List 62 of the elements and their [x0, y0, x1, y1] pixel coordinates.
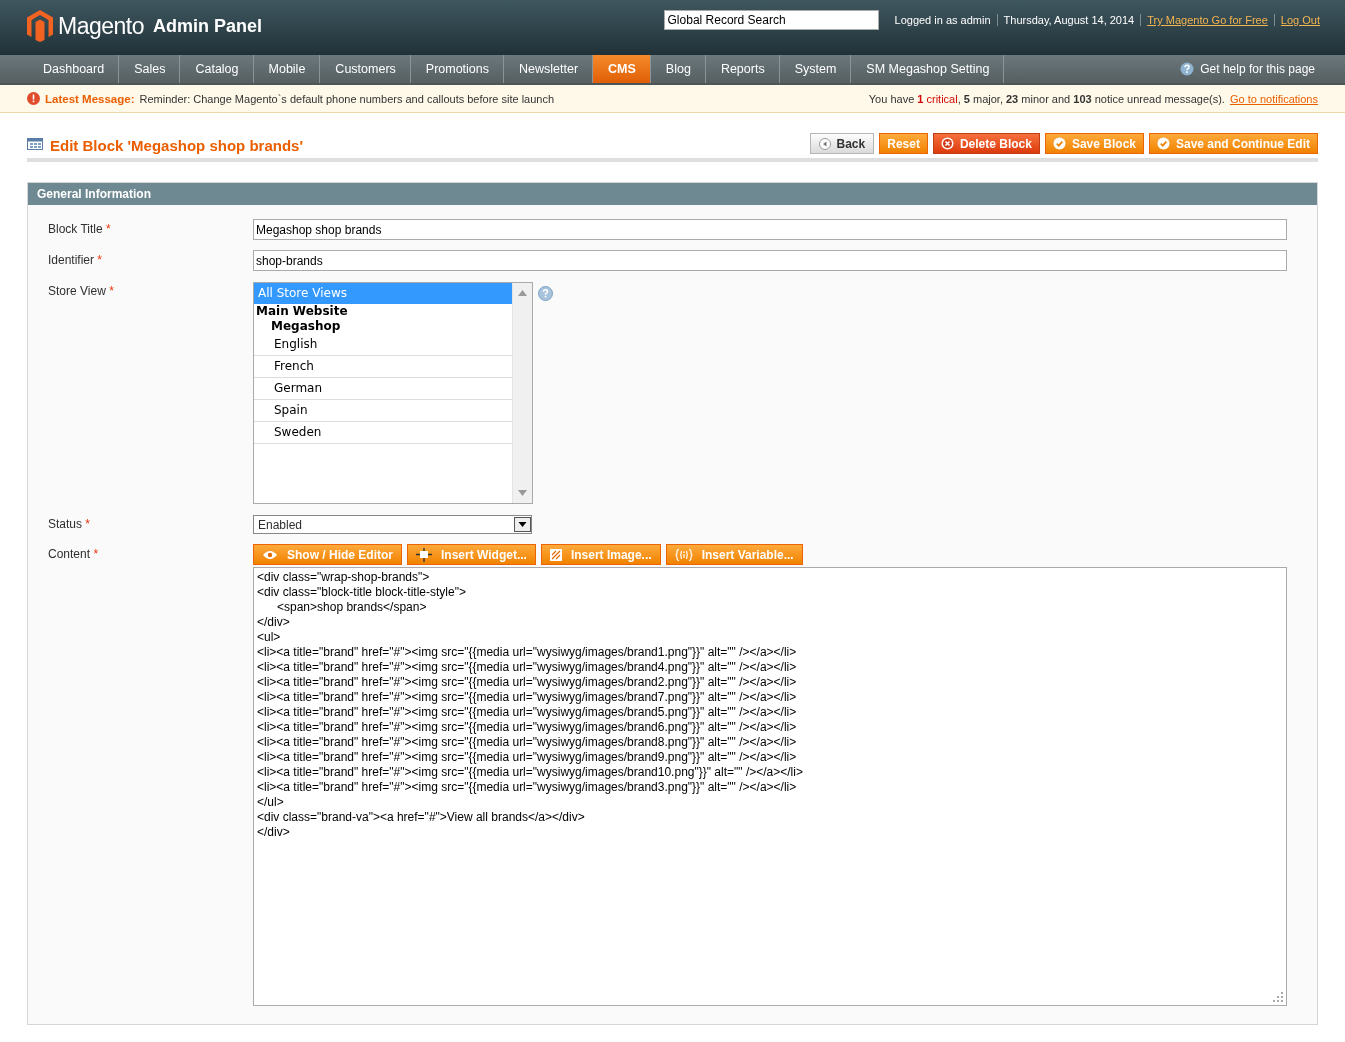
- notice-summary: You have 1 critical, 5 major, 23 minor and 103 notice unread message(s).: [868, 92, 1225, 105]
- scrollbar[interactable]: [512, 283, 532, 503]
- scroll-down-icon[interactable]: [518, 490, 527, 496]
- image-icon: [549, 548, 562, 561]
- page-title: Edit Block 'Megashop shop brands': [50, 137, 303, 154]
- nav-tab[interactable]: SM Megashop Setting: [851, 55, 1005, 83]
- logo-subtitle: Admin Panel: [153, 15, 263, 37]
- store-view-option[interactable]: German: [254, 378, 512, 400]
- eye-icon: [262, 549, 278, 560]
- header-link[interactable]: Try Magento Go for Free: [1140, 14, 1268, 26]
- nav-tab[interactable]: Catalog: [180, 55, 254, 83]
- braces-icon: [674, 548, 693, 561]
- store-view-option[interactable]: English: [254, 334, 512, 356]
- store-view-option[interactable]: Sweden: [254, 422, 512, 444]
- store-group-label: Megashop: [270, 319, 342, 334]
- notifications-link[interactable]: Go to notifications: [1229, 92, 1318, 105]
- help-icon[interactable]: [538, 286, 553, 301]
- store-view-list[interactable]: All Store Views Main Website Megashop English French German Spain Sweden: [253, 282, 533, 504]
- nav-tab[interactable]: System: [779, 55, 852, 83]
- text-field[interactable]: Megashop shop brands: [253, 219, 1287, 240]
- nav-tab[interactable]: CMS: [593, 55, 651, 83]
- scroll-up-icon[interactable]: [518, 290, 527, 296]
- status-select[interactable]: Enabled: [253, 515, 532, 534]
- user-text: Logged in as admin: [894, 14, 991, 26]
- help-link[interactable]: Get help for this page: [1200, 62, 1315, 76]
- field-label: Content *: [48, 546, 100, 561]
- field-label: Block Title *: [48, 221, 112, 236]
- store-view-option[interactable]: French: [254, 356, 512, 378]
- store-view-option[interactable]: All Store Views: [254, 283, 512, 304]
- section-header: General Information: [28, 183, 1317, 205]
- check-icon: [1052, 137, 1066, 150]
- logo-text: Magento: [58, 12, 144, 40]
- nav-tab[interactable]: Reports: [705, 55, 780, 83]
- nav-tab[interactable]: Dashboard: [28, 55, 120, 83]
- date-text: Thursday, August 14, 2014: [996, 14, 1135, 26]
- nav-tab[interactable]: Blog: [650, 55, 706, 83]
- nav-tab[interactable]: Promotions: [410, 55, 505, 83]
- grid-icon: [27, 137, 43, 150]
- field-label: Status *: [48, 516, 92, 531]
- back-button[interactable]: Back: [809, 133, 875, 154]
- delete-button[interactable]: Delete Block: [932, 133, 1040, 154]
- alert-icon: [27, 92, 40, 105]
- text-field[interactable]: shop-brands: [253, 250, 1287, 271]
- help-icon: [1180, 62, 1195, 76]
- header-link[interactable]: Log Out: [1273, 14, 1320, 26]
- field-label: Store View *: [48, 283, 115, 298]
- content-editor[interactable]: <div class="wrap-shop-brands"> <div class="block-title block-title-style"> <span>shop brands</span> </div> <ul> <li><a title="brand" href="#"><img src="{{media url="wysiwyg/images/brand1.png"}}" alt="" /></a></li> <li><a title="brand" href="#"><img src="{{media url="wysiwyg/images/brand4.png"}}" alt="" /></a></li> <li><a title="brand" href="#"><img src="{{media url="wysiwyg/images/brand2.png"}}" alt="" /></a></li> <li><a title="brand" href="#"><img src="{{media url="wysiwyg/images/brand7.png"}}" alt="" /></a></li> <li><a title="brand" href="#"><img src="{{media url="wysiwyg/images/brand5.png"}}" alt="" /></a></li> <li><a title="brand" href="#"><img src="{{media url="wysiwyg/images/brand6.png"}}" alt="" /></a></li> <li><a title="brand" href="#"><img src="{{media url="wysiwyg/images/brand8.png"}}" alt="" /></a></li> <li><a title="brand" href="#"><img src="{{media url="wysiwyg/images/brand9.png"}}" alt="" /></a></li> <li><a title="brand" href="#"><img src="{{media url="wysiwyg/images/brand10.png"}}" alt="" /></a></li> <li><a title="brand" href="#"><img src="{{media url="wysiwyg/images/brand3.png"}}" alt="" /></a></li> </ul> <div class="brand-va"><a href="#">View all brands</a></div> </div>: [253, 567, 1287, 1006]
- logo-icon: [27, 10, 53, 42]
- message-label: Latest Message:: [45, 92, 135, 105]
- field-label: Identifier *: [48, 252, 104, 267]
- message-text: Reminder: Change Magento`s default phone numbers and callouts before site launch: [139, 92, 555, 105]
- search-field[interactable]: Global Record Search: [663, 10, 879, 30]
- widget-icon: [416, 547, 432, 562]
- check-icon: [1157, 137, 1170, 150]
- close-icon: [940, 137, 954, 150]
- arrow-left-icon: [818, 137, 831, 150]
- nav-tab[interactable]: Customers: [320, 55, 411, 83]
- nav-tab[interactable]: Sales: [119, 55, 181, 83]
- store-view-option[interactable]: Spain: [254, 400, 512, 422]
- nav-tab[interactable]: Mobile: [253, 55, 321, 83]
- resize-grip-icon[interactable]: [1273, 992, 1283, 1002]
- store-group-label: Main Website: [255, 304, 349, 319]
